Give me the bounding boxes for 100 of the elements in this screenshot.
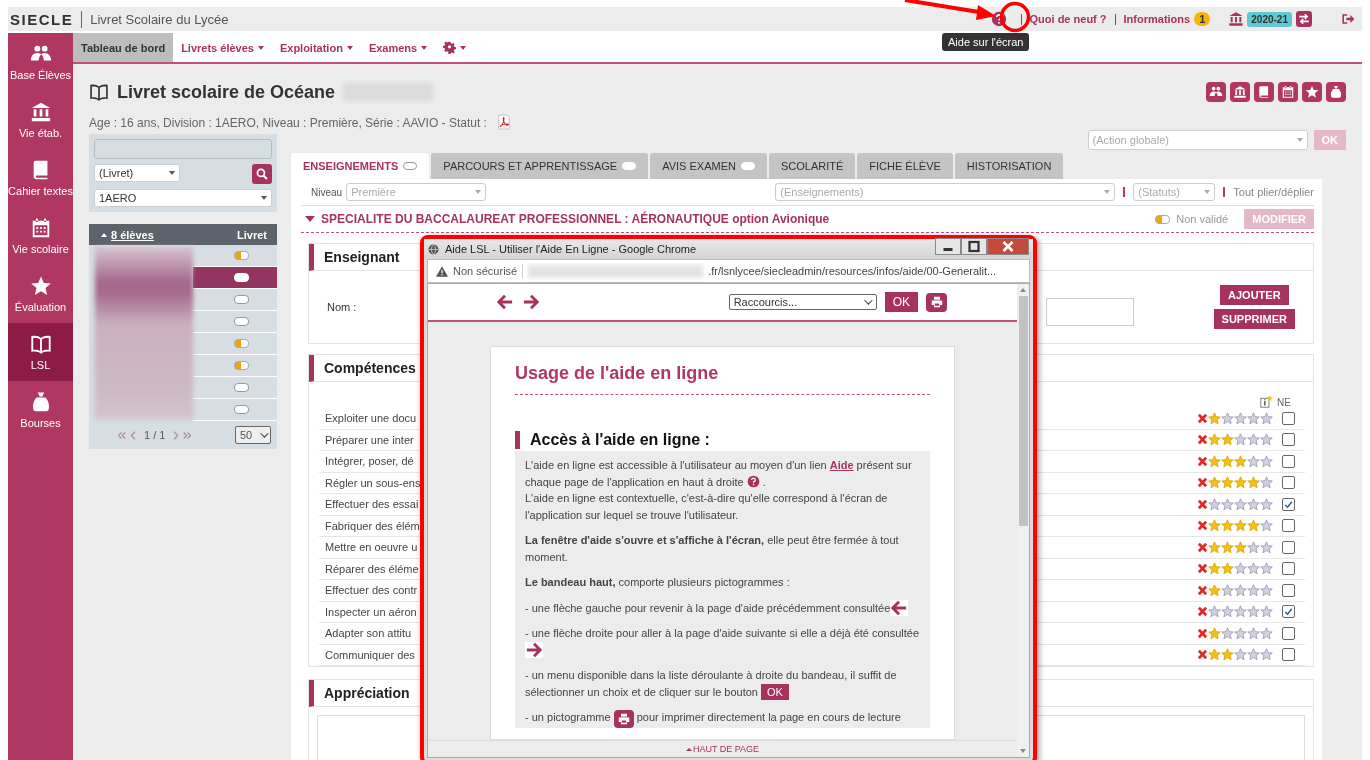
sidebar-item[interactable]: Base Élèves [8,33,73,91]
rating-star-icon[interactable] [1208,519,1221,533]
rating-star-icon[interactable] [1234,411,1247,425]
rating-star-icon[interactable] [1247,476,1260,490]
rating-star-icon[interactable] [1260,540,1273,554]
clear-icon[interactable] [1197,606,1208,618]
rating-star-icon[interactable] [1260,648,1273,662]
rating-star-icon[interactable] [1260,433,1273,447]
logout-icon[interactable] [1340,11,1356,27]
bag-icon[interactable] [1326,82,1346,102]
rating-star-icon[interactable] [1208,433,1221,447]
sidebar-item[interactable]: LSL [8,323,73,381]
checkbox[interactable] [1282,540,1295,554]
rating-star-icon[interactable] [1208,411,1221,425]
checkbox[interactable] [1282,562,1295,576]
fold-link[interactable]: Tout plier/déplier [1233,186,1314,198]
minimize-icon[interactable] [935,237,961,255]
clear-icon[interactable] [1197,498,1208,510]
rating-star-icon[interactable] [1208,540,1221,554]
rating-star-icon[interactable] [1260,454,1273,468]
rating-star-icon[interactable] [1221,648,1234,662]
clear-icon[interactable] [1197,649,1208,661]
rating-star-icon[interactable] [1234,454,1247,468]
tab[interactable]: HISTORISATION [954,153,1064,179]
search-button[interactable] [252,164,272,184]
rating-star-icon[interactable] [1221,411,1234,425]
switch-icon[interactable] [1296,11,1312,27]
clear-icon[interactable] [1197,627,1208,639]
help-link[interactable]: Aide [829,459,854,471]
tab[interactable]: FICHE ÉLÈVE [857,153,953,179]
clear-icon[interactable] [1197,541,1208,553]
checkbox[interactable] [1282,433,1295,447]
checkbox[interactable] [1282,476,1295,490]
sidebar-item[interactable]: Vie étab. [8,91,73,149]
rating-star-icon[interactable] [1221,562,1234,576]
rating-star-icon[interactable] [1208,497,1221,511]
menu-item[interactable]: Livrets élèves [173,33,272,62]
sidebar-item[interactable]: Cahier textes [8,149,73,207]
last-page-icon[interactable] [183,430,193,440]
checkbox[interactable] [1282,648,1295,662]
rating-star-icon[interactable] [1221,583,1234,597]
rating-star-icon[interactable] [1260,562,1273,576]
rating-star-icon[interactable] [1247,519,1260,533]
sort-link[interactable]: 8 élèves [101,228,154,241]
rating-star-icon[interactable] [1247,433,1260,447]
help-icon[interactable] [990,11,1007,27]
clear-icon[interactable] [1197,563,1208,575]
rating-star-icon[interactable] [1221,519,1234,533]
rating-star-icon[interactable] [1234,562,1247,576]
collapse-icon[interactable] [305,216,315,222]
calendar-icon[interactable] [1278,82,1298,102]
name-field[interactable] [1045,298,1134,326]
back-arrow-icon[interactable] [496,294,514,310]
rating-star-icon[interactable] [1208,605,1221,619]
top-link[interactable]: Quoi de neuf ? [1029,13,1107,25]
rating-star-icon[interactable] [1234,476,1247,490]
clear-icon[interactable] [1197,520,1208,532]
checkbox[interactable] [1282,519,1295,533]
menu-item[interactable]: Tableau de bord [73,33,174,62]
rating-star-icon[interactable] [1208,562,1221,576]
menu-item[interactable]: Exploitation [271,33,361,62]
clear-icon[interactable] [1197,584,1208,596]
rating-star-icon[interactable] [1247,626,1260,640]
scrollbar[interactable] [1017,284,1029,757]
rating-star-icon[interactable] [1260,626,1273,640]
rating-star-icon[interactable] [1208,648,1221,662]
checkbox[interactable] [1282,454,1295,468]
livret-select[interactable]: (Livret) [94,164,180,182]
rating-star-icon[interactable] [1260,519,1273,533]
rating-star-icon[interactable] [1234,519,1247,533]
print-button[interactable] [926,292,947,312]
shortcuts-select[interactable]: Raccourcis... [728,294,877,310]
rating-star-icon[interactable] [1208,454,1221,468]
maximize-icon[interactable] [961,237,987,255]
action-button[interactable]: AJOUTER [1220,285,1289,305]
next-page-icon[interactable] [171,430,181,440]
tab[interactable]: AVIS EXAMEN [650,153,767,179]
checkbox[interactable] [1282,497,1295,511]
clear-icon[interactable] [1197,434,1208,446]
rating-star-icon[interactable] [1234,497,1247,511]
rating-star-icon[interactable] [1247,540,1260,554]
rating-star-icon[interactable] [1247,562,1260,576]
bank-icon[interactable] [1230,82,1250,102]
forward-arrow-icon[interactable] [522,294,540,310]
clear-icon[interactable] [1197,455,1208,467]
rating-star-icon[interactable] [1208,626,1221,640]
tab[interactable]: PARCOURS ET APPRENTISSAGE [431,153,649,179]
rating-star-icon[interactable] [1260,497,1273,511]
rating-star-icon[interactable] [1234,605,1247,619]
rating-star-icon[interactable] [1260,476,1273,490]
rating-star-icon[interactable] [1234,648,1247,662]
rating-star-icon[interactable] [1247,411,1260,425]
sidebar-item[interactable]: Vie scolaire [8,207,73,265]
clear-icon[interactable] [1197,477,1208,489]
book-icon[interactable] [1254,82,1274,102]
rating-star-icon[interactable] [1234,626,1247,640]
sidebar-item[interactable]: Bourses [8,381,73,439]
ok-button[interactable]: OK [884,292,918,312]
menu-item[interactable]: Examens [360,33,436,62]
rating-star-icon[interactable] [1260,411,1273,425]
